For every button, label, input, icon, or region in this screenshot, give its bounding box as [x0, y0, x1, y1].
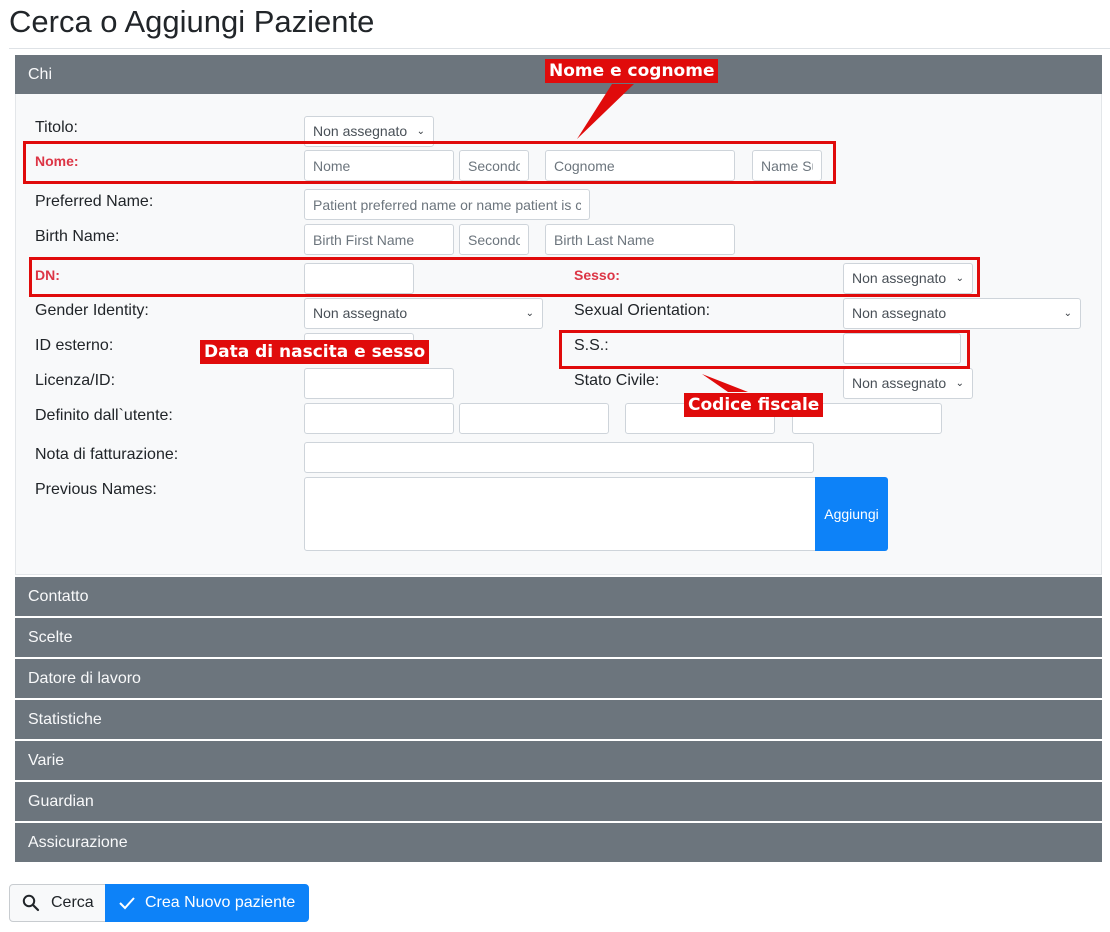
search-button-label: Cerca	[51, 894, 94, 911]
section-header-datore[interactable]: Datore di lavoro	[15, 659, 1102, 698]
section-header-statistiche[interactable]: Statistiche	[15, 700, 1102, 739]
marital-status-select[interactable]: Non assegnato ⌄	[843, 368, 973, 399]
marital-status-label: Stato Civile:	[574, 372, 660, 389]
previous-names-textarea[interactable]	[304, 477, 816, 551]
titolo-select[interactable]: Non assegnato ⌄	[304, 116, 434, 147]
marital-status-value: Non assegnato	[852, 375, 947, 391]
birth-first-name-input[interactable]	[304, 224, 454, 255]
chevron-down-icon: ⌄	[955, 378, 964, 389]
user-defined-label: Definito dall`utente:	[35, 407, 173, 424]
title-divider	[9, 48, 1110, 49]
gender-identity-value: Non assegnato	[313, 305, 408, 321]
birth-middle-name-input[interactable]	[459, 224, 529, 255]
dob-label: DN:	[35, 267, 60, 283]
chevron-down-icon: ⌄	[525, 308, 534, 319]
check-icon	[119, 897, 135, 910]
sexual-orientation-label: Sexual Orientation:	[574, 302, 711, 319]
license-input[interactable]	[304, 368, 454, 399]
chevron-down-icon: ⌄	[1063, 308, 1072, 319]
birth-last-name-input[interactable]	[545, 224, 735, 255]
billing-note-input[interactable]	[304, 442, 814, 473]
gender-identity-label: Gender Identity:	[35, 302, 149, 319]
nome-label: Nome:	[35, 153, 79, 169]
section-header-varie[interactable]: Varie	[15, 741, 1102, 780]
titolo-label: Titolo:	[35, 119, 78, 136]
first-name-input[interactable]	[304, 150, 454, 181]
user-defined-input-1[interactable]	[304, 403, 454, 434]
chevron-down-icon: ⌄	[955, 273, 964, 284]
ss-label: S.S.:	[574, 337, 609, 354]
search-icon	[22, 894, 40, 912]
last-name-input[interactable]	[545, 150, 735, 181]
middle-name-input[interactable]	[459, 150, 529, 181]
section-header-scelte[interactable]: Scelte	[15, 618, 1102, 657]
external-id-label: ID esterno:	[35, 337, 114, 354]
sexual-orientation-select[interactable]: Non assegnato ⌄	[843, 298, 1081, 329]
user-defined-input-2[interactable]	[459, 403, 609, 434]
section-header-assicurazione[interactable]: Assicurazione	[15, 823, 1102, 862]
search-button[interactable]: Cerca	[9, 884, 106, 922]
annotation-label-nome: Nome e cognome	[545, 59, 719, 83]
create-patient-button-label: Crea Nuovo paziente	[145, 894, 296, 911]
sex-select[interactable]: Non assegnato ⌄	[843, 263, 973, 294]
preferred-name-input[interactable]	[304, 189, 590, 220]
sex-select-value: Non assegnato	[852, 270, 947, 286]
dob-input[interactable]	[304, 263, 414, 294]
license-label: Licenza/ID:	[35, 372, 116, 389]
ss-input[interactable]	[843, 333, 961, 364]
name-suffix-input[interactable]	[752, 150, 822, 181]
create-patient-button[interactable]: Crea Nuovo paziente	[105, 884, 309, 922]
birth-name-label: Birth Name:	[35, 228, 120, 245]
previous-names-label: Previous Names:	[35, 481, 157, 498]
section-header-contatto[interactable]: Contatto	[15, 577, 1102, 616]
page-title: Cerca o Aggiungi Paziente	[9, 4, 375, 39]
annotation-label-dn-sesso: Data di nascita e sesso	[200, 340, 430, 364]
annotation-label-codice-fiscale: Codice fiscale	[684, 393, 824, 417]
chevron-down-icon: ⌄	[416, 126, 425, 137]
titolo-select-value: Non assegnato	[313, 123, 408, 139]
sesso-label: Sesso:	[574, 267, 620, 283]
add-previous-name-button[interactable]: Aggiungi	[815, 477, 888, 551]
billing-note-label: Nota di fatturazione:	[35, 446, 179, 463]
gender-identity-select[interactable]: Non assegnato ⌄	[304, 298, 543, 329]
sexual-orientation-value: Non assegnato	[852, 305, 947, 321]
section-header-guardian[interactable]: Guardian	[15, 782, 1102, 821]
preferred-name-label: Preferred Name:	[35, 193, 154, 210]
